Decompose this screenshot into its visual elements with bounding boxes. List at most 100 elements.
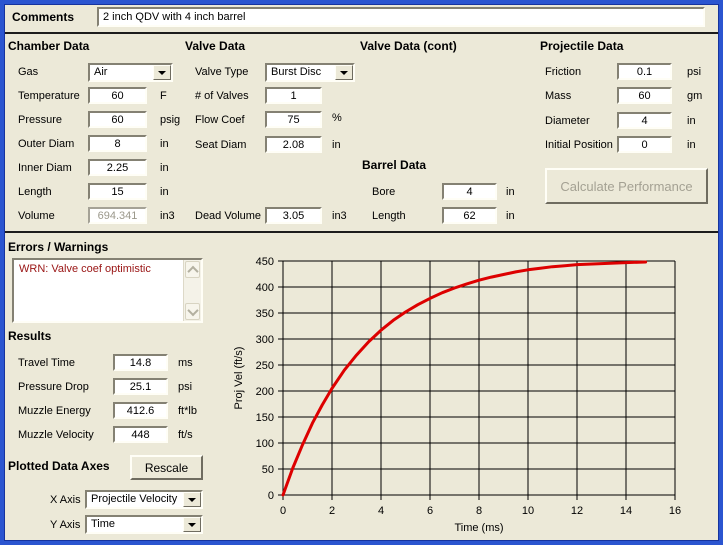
svg-text:16: 16	[669, 505, 681, 517]
svg-text:300: 300	[256, 334, 274, 346]
svg-text:150: 150	[256, 412, 274, 424]
pressure-drop-value	[113, 378, 168, 395]
bore-unit: in	[506, 186, 515, 198]
valve-data-title: Valve Data	[185, 39, 245, 53]
temperature-unit: F	[160, 90, 167, 102]
warning-message: WRN: Valve coef optimistic	[19, 263, 179, 276]
gas-value: Air	[94, 66, 107, 79]
velocity-time-chart: 0246810121416050100150200250300350400450…	[228, 238, 715, 540]
travel-time-label: Travel Time	[18, 357, 75, 369]
initial-position-unit: in	[687, 139, 696, 151]
travel-time-unit: ms	[178, 357, 193, 369]
x-axis-dropdown-arrow-icon[interactable]	[183, 492, 201, 507]
valve-data-cont-title: Valve Data (cont)	[360, 39, 457, 53]
pressure-unit: psig	[160, 114, 180, 126]
initial-position-label: Initial Position	[545, 139, 613, 151]
temperature-input[interactable]	[88, 87, 147, 104]
divider-top	[3, 32, 720, 34]
valve-type-dropdown[interactable]: Burst Disc	[265, 63, 355, 82]
gas-dropdown[interactable]: Air	[88, 63, 173, 82]
svg-text:0: 0	[280, 505, 286, 517]
valve-type-dropdown-arrow-icon[interactable]	[335, 65, 353, 80]
svg-text:450: 450	[256, 256, 274, 268]
chamber-length-label: Length	[18, 186, 52, 198]
friction-unit: psi	[687, 66, 701, 78]
errors-scrollbar[interactable]	[183, 260, 201, 321]
svg-text:350: 350	[256, 308, 274, 320]
svg-text:Time (ms): Time (ms)	[454, 522, 503, 534]
mass-unit: gm	[687, 90, 702, 102]
initial-position-input[interactable]	[617, 136, 672, 153]
svg-text:8: 8	[476, 505, 482, 517]
chamber-length-input[interactable]	[88, 183, 147, 200]
dead-volume-input[interactable]	[265, 207, 322, 224]
svg-text:14: 14	[620, 505, 632, 517]
valve-type-label: Valve Type	[195, 66, 248, 78]
muzzle-energy-label: Muzzle Energy	[18, 405, 91, 417]
mass-label: Mass	[545, 90, 571, 102]
inner-diam-input[interactable]	[88, 159, 147, 176]
errors-warnings-box[interactable]: WRN: Valve coef optimistic	[12, 258, 203, 323]
muzzle-velocity-unit: ft/s	[178, 429, 193, 441]
seat-diam-label: Seat Diam	[195, 139, 246, 151]
bore-label: Bore	[372, 186, 395, 198]
muzzle-velocity-label: Muzzle Velocity	[18, 429, 94, 441]
chamber-length-unit: in	[160, 186, 169, 198]
x-axis-dropdown[interactable]: Projectile Velocity	[85, 490, 203, 509]
y-axis-value: Time	[91, 518, 115, 531]
app-window: Comments Chamber Data Valve Data Valve D…	[0, 0, 723, 545]
outer-diam-input[interactable]	[88, 135, 147, 152]
bore-input[interactable]	[442, 183, 497, 200]
comments-input[interactable]	[97, 7, 705, 27]
svg-text:100: 100	[256, 438, 274, 450]
travel-time-value	[113, 354, 168, 371]
outer-diam-unit: in	[160, 138, 169, 150]
comments-label: Comments	[12, 10, 74, 24]
friction-input[interactable]	[617, 63, 672, 80]
dead-volume-label: Dead Volume	[195, 210, 261, 222]
y-axis-dropdown[interactable]: Time	[85, 515, 203, 534]
mass-input[interactable]	[617, 87, 672, 104]
calculate-performance-button: Calculate Performance	[545, 168, 708, 204]
barrel-length-unit: in	[506, 210, 515, 222]
volume-input	[88, 207, 147, 224]
barrel-data-title: Barrel Data	[362, 158, 426, 172]
gas-dropdown-arrow-icon[interactable]	[153, 65, 171, 80]
seat-diam-input[interactable]	[265, 136, 322, 153]
muzzle-energy-value	[113, 402, 168, 419]
flow-coef-label: Flow Coef	[195, 114, 245, 126]
friction-label: Friction	[545, 66, 581, 78]
chamber-data-title: Chamber Data	[8, 39, 89, 53]
errors-warnings-title: Errors / Warnings	[8, 240, 108, 254]
x-axis-label: X Axis	[50, 494, 81, 506]
pressure-label: Pressure	[18, 114, 62, 126]
results-title: Results	[8, 329, 51, 343]
svg-text:50: 50	[262, 464, 274, 476]
svg-text:4: 4	[378, 505, 384, 517]
y-axis-label: Y Axis	[50, 519, 80, 531]
y-axis-dropdown-arrow-icon[interactable]	[183, 517, 201, 532]
rescale-button[interactable]: Rescale	[130, 455, 203, 480]
valve-type-value: Burst Disc	[271, 66, 321, 79]
gas-label: Gas	[18, 66, 38, 78]
svg-text:12: 12	[571, 505, 583, 517]
muzzle-velocity-value	[113, 426, 168, 443]
diameter-unit: in	[687, 115, 696, 127]
inner-diam-unit: in	[160, 162, 169, 174]
svg-text:0: 0	[268, 490, 274, 502]
x-axis-value: Projectile Velocity	[91, 493, 177, 506]
num-valves-label: # of Valves	[195, 90, 249, 102]
pressure-input[interactable]	[88, 111, 147, 128]
volume-unit: in3	[160, 210, 175, 222]
barrel-length-input[interactable]	[442, 207, 497, 224]
num-valves-input[interactable]	[265, 87, 322, 104]
scroll-down-icon[interactable]	[185, 303, 200, 320]
svg-text:400: 400	[256, 282, 274, 294]
volume-label: Volume	[18, 210, 55, 222]
diameter-input[interactable]	[617, 112, 672, 129]
svg-text:Proj Vel (ft/s): Proj Vel (ft/s)	[233, 347, 245, 410]
svg-text:6: 6	[427, 505, 433, 517]
scroll-up-icon[interactable]	[185, 261, 200, 278]
svg-text:10: 10	[522, 505, 534, 517]
flow-coef-input[interactable]	[265, 111, 322, 128]
